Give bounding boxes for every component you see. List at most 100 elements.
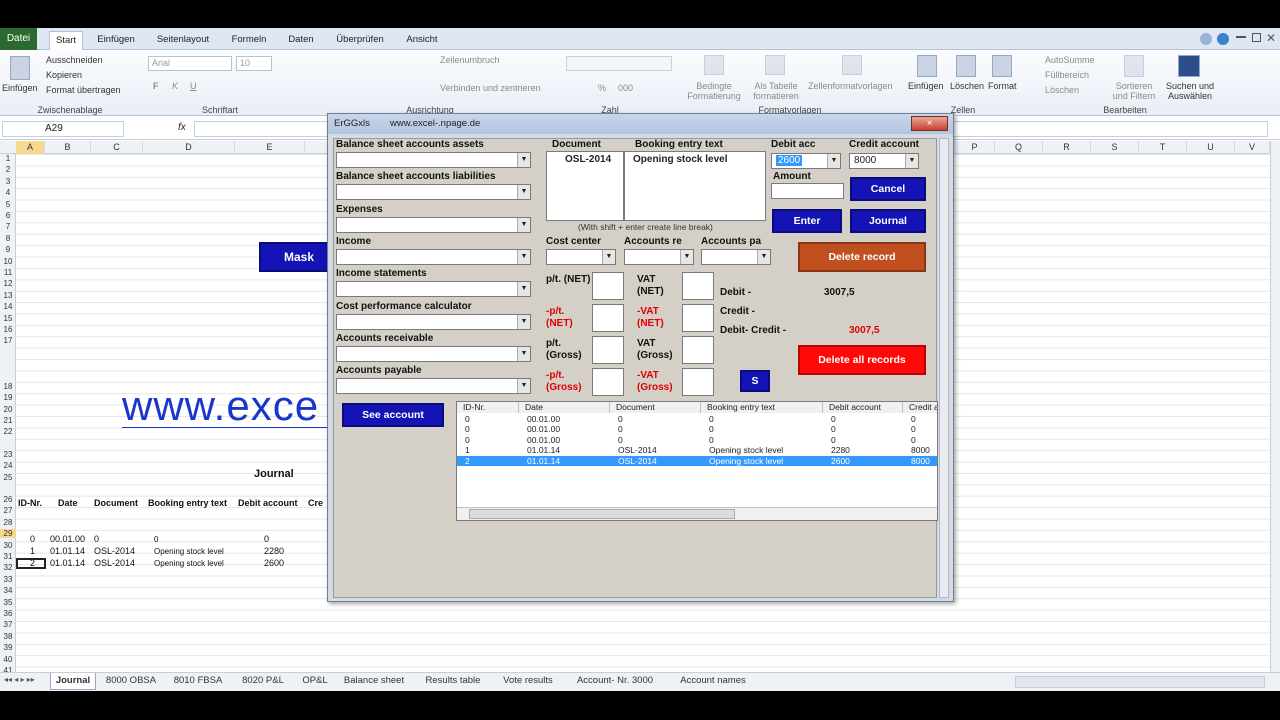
active-cell-a29[interactable]	[16, 558, 46, 569]
format-cells-button[interactable]: Format	[988, 81, 1017, 91]
row-header[interactable]: 12	[0, 279, 16, 288]
listview-row[interactable]: 1 01.01.14 OSL-2014 Opening stock level 2280…	[457, 445, 937, 455]
sheet-tab[interactable]: Account names	[670, 673, 756, 690]
row-header[interactable]: 18	[0, 382, 16, 391]
window-minimize-icon[interactable]	[1236, 36, 1246, 38]
account-category-select[interactable]: ▼	[336, 152, 531, 168]
amount-input[interactable]	[771, 183, 844, 199]
account-category-select[interactable]: ▼	[336, 281, 531, 298]
row-header[interactable]: 14	[0, 302, 16, 311]
row-header[interactable]: 9	[0, 245, 16, 254]
chevron-down-icon[interactable]: ▼	[905, 154, 918, 168]
chevron-down-icon[interactable]: ▼	[517, 346, 530, 361]
tab-review[interactable]: Überprüfen	[330, 31, 390, 50]
row-header[interactable]: 29	[0, 529, 16, 539]
row-header[interactable]: 39	[0, 643, 16, 652]
listview-scroll-thumb[interactable]	[469, 509, 735, 519]
name-box[interactable]: A29	[2, 121, 124, 137]
account-category-select[interactable]: ▼	[336, 378, 531, 395]
tab-file[interactable]: Datei	[0, 28, 37, 50]
s-button[interactable]: S	[740, 370, 770, 392]
delete-record-button[interactable]: Delete record	[798, 242, 926, 272]
underline-icon[interactable]: U	[190, 81, 197, 91]
row-header[interactable]: 23	[0, 450, 16, 459]
row-header[interactable]: 7	[0, 222, 16, 231]
listview-row[interactable]: 2 01.01.14 OSL-2014 Opening stock level 2600…	[457, 455, 937, 466]
column-header-t[interactable]: T	[1139, 141, 1187, 154]
delete-cells-icon[interactable]	[956, 55, 976, 77]
insert-cells-button[interactable]: Einfügen	[908, 81, 944, 91]
listview-column-header[interactable]: Booking entry text	[701, 402, 823, 413]
number-format-select[interactable]	[566, 56, 672, 71]
row-header[interactable]: 17	[0, 336, 16, 345]
vat-gross-input[interactable]	[682, 336, 714, 364]
pt-net-input[interactable]	[592, 272, 624, 300]
listview-column-header[interactable]: Credit ac	[903, 402, 937, 413]
font-size-select[interactable]: 10	[236, 56, 272, 71]
row-header[interactable]: 21	[0, 416, 16, 425]
accounts-payable-select[interactable]: ▼	[701, 249, 771, 265]
journal-cell-debit[interactable]: 2600	[264, 558, 284, 568]
journal-cell-booking-text[interactable]: Opening stock level	[154, 547, 224, 556]
journal-cell-booking-text[interactable]: Opening stock level	[154, 559, 224, 568]
conditional-format-icon[interactable]	[704, 55, 724, 75]
row-header[interactable]: 19	[0, 393, 16, 402]
records-listview[interactable]: ID-Nr. Date Document Booking entry text Debi…	[456, 401, 938, 521]
row-header[interactable]: 38	[0, 632, 16, 641]
listview-column-header[interactable]: Date	[519, 402, 610, 413]
column-header-p[interactable]: P	[955, 141, 995, 154]
journal-cell-document[interactable]: OSL-2014	[94, 546, 135, 556]
delete-all-records-button[interactable]: Delete all records	[798, 345, 926, 375]
row-header[interactable]: 25	[0, 473, 16, 482]
pt-gross-input[interactable]	[592, 336, 624, 364]
tab-insert[interactable]: Einfügen	[91, 31, 141, 50]
paste-button[interactable]: Einfügen	[2, 83, 38, 93]
journal-cell-id[interactable]: 1	[30, 546, 35, 556]
listview-row[interactable]: 0 00.01.00 0 0 0 0	[457, 424, 937, 434]
format-painter-button[interactable]: Format übertragen	[46, 85, 121, 95]
column-header-e[interactable]: E	[235, 141, 305, 154]
chevron-down-icon[interactable]: ▼	[517, 185, 530, 200]
listview-column-header[interactable]: Document	[610, 402, 701, 413]
tab-data[interactable]: Daten	[282, 31, 320, 50]
horizontal-scrollbar[interactable]	[1015, 676, 1265, 688]
column-header-u[interactable]: U	[1187, 141, 1235, 154]
column-header-r[interactable]: R	[1043, 141, 1091, 154]
row-header[interactable]: 22	[0, 427, 16, 436]
fill-button[interactable]: Füllbereich	[1045, 70, 1089, 80]
row-header[interactable]: 31	[0, 552, 16, 561]
autosum-button[interactable]: AutoSumme	[1045, 55, 1095, 65]
accounts-receivable-select[interactable]: ▼	[624, 249, 694, 265]
column-header-v[interactable]: V	[1235, 141, 1270, 154]
percent-button[interactable]: %	[598, 83, 606, 93]
account-category-select[interactable]: ▼	[336, 313, 531, 330]
journal-cell-date[interactable]: 00.01.00	[50, 534, 85, 544]
row-header[interactable]: 34	[0, 586, 16, 595]
row-header[interactable]: 11	[0, 268, 16, 277]
column-header-d[interactable]: D	[143, 141, 235, 154]
insert-cells-icon[interactable]	[917, 55, 937, 77]
journal-cell-debit[interactable]: 0	[264, 534, 269, 544]
minus-pt-net-input[interactable]	[592, 304, 624, 332]
row-header[interactable]: 8	[0, 234, 16, 243]
chevron-down-icon[interactable]: ▼	[517, 249, 530, 264]
sheet-tab[interactable]: 8020 P&L	[234, 673, 292, 690]
row-header[interactable]: 15	[0, 314, 16, 323]
chevron-down-icon[interactable]: ▼	[827, 154, 840, 168]
minus-pt-gross-input[interactable]	[592, 368, 624, 396]
minus-vat-gross-input[interactable]	[682, 368, 714, 396]
journal-cell-booking-text[interactable]: 0	[154, 535, 158, 544]
row-header[interactable]: 13	[0, 291, 16, 300]
row-header[interactable]: 3	[0, 177, 16, 186]
vertical-scrollbar[interactable]	[1270, 141, 1280, 672]
column-header-c[interactable]: C	[91, 141, 143, 154]
account-category-select[interactable]: ▼	[336, 248, 531, 265]
credit-acc-select[interactable]: 8000 ▼	[849, 153, 919, 169]
row-header[interactable]: 26	[0, 495, 16, 504]
sheet-tab[interactable]: Results table	[416, 673, 490, 690]
tab-start[interactable]: Start	[49, 31, 83, 50]
listview-column-header[interactable]: Debit account	[823, 402, 903, 413]
row-header[interactable]: 16	[0, 325, 16, 334]
format-cells-icon[interactable]	[992, 55, 1012, 77]
cancel-button[interactable]: Cancel	[850, 177, 926, 201]
